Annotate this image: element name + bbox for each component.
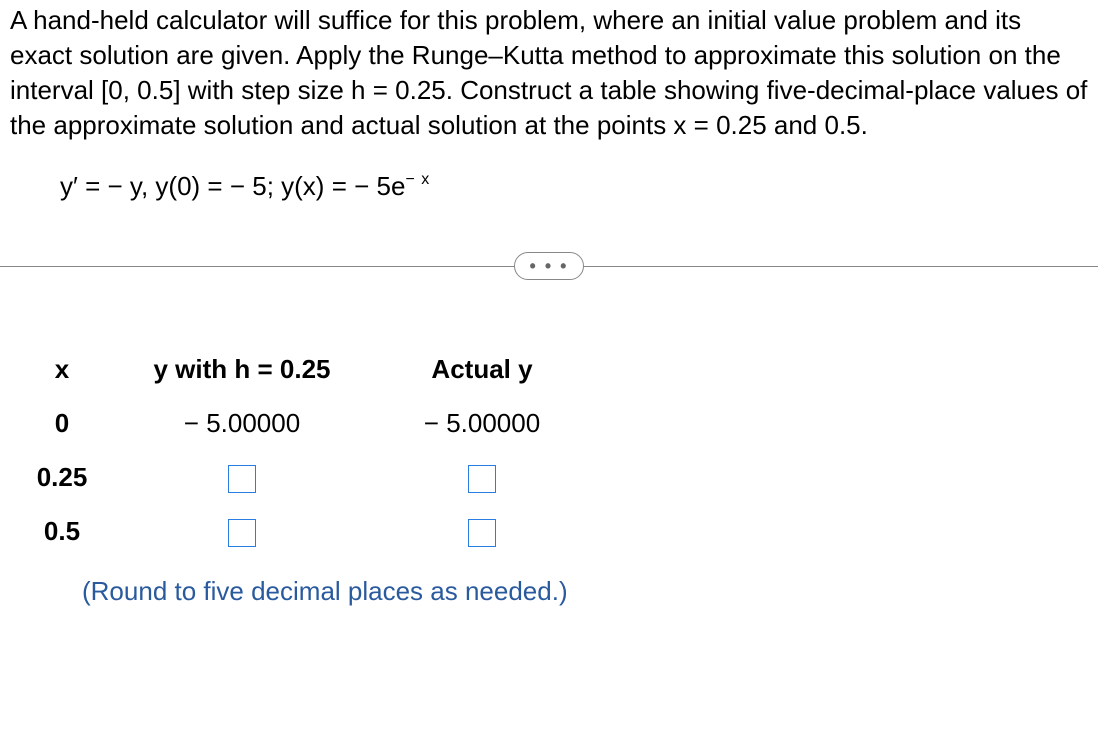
solution-table: x y with h = 0.25 Actual y 0 − 5.00000 −…: [12, 342, 1098, 607]
actual-input[interactable]: [468, 519, 496, 547]
header-approx: y with h = 0.25: [112, 354, 372, 385]
cell-actual: − 5.00000: [372, 408, 592, 439]
divider-row: • • •: [0, 252, 1098, 282]
equation-body: y′ = − y, y(0) = − 5; y(x) = − 5e: [60, 171, 405, 201]
cell-actual: [372, 462, 592, 493]
cell-approx: [112, 516, 372, 547]
table-row: 0.25: [12, 450, 1098, 504]
more-button[interactable]: • • •: [514, 252, 584, 280]
rounding-hint: (Round to five decimal places as needed.…: [82, 576, 1098, 607]
problem-statement: A hand-held calculator will suffice for …: [0, 0, 1098, 143]
header-actual: Actual y: [372, 354, 592, 385]
table-row: 0.5: [12, 504, 1098, 558]
header-x: x: [12, 354, 112, 385]
cell-x: 0.5: [12, 516, 112, 547]
actual-input[interactable]: [468, 465, 496, 493]
cell-x: 0: [12, 408, 112, 439]
table-row: 0 − 5.00000 − 5.00000: [12, 396, 1098, 450]
cell-approx: [112, 462, 372, 493]
cell-approx: − 5.00000: [112, 408, 372, 439]
equation: y′ = − y, y(0) = − 5; y(x) = − 5e− x: [0, 143, 1098, 202]
approx-input[interactable]: [228, 519, 256, 547]
cell-actual: [372, 516, 592, 547]
equation-exponent: − x: [405, 171, 430, 188]
approx-input[interactable]: [228, 465, 256, 493]
cell-x: 0.25: [12, 462, 112, 493]
table-header-row: x y with h = 0.25 Actual y: [12, 342, 1098, 396]
